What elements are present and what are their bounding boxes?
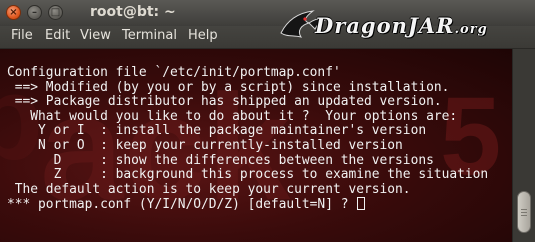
menu-edit[interactable]: Edit	[45, 28, 70, 43]
minimize-icon[interactable]: –	[27, 5, 42, 20]
watermark-logo: DragonJAR.org	[275, 3, 535, 51]
scrollbar-thumb[interactable]	[517, 191, 531, 233]
text-cursor	[357, 197, 366, 211]
maximize-icon[interactable]: □	[48, 5, 63, 20]
terminal-output[interactable]: ack b 5 Configuration file `/etc/init/po…	[0, 49, 512, 242]
grip-line	[521, 209, 527, 210]
window-title: root@bt: ~	[90, 4, 176, 20]
terminal-line: Y or I : install the package maintainer'…	[7, 123, 427, 139]
menu-view[interactable]: View	[80, 28, 111, 43]
terminal-window: × – □ root@bt: ~ File Edit View Terminal…	[0, 0, 535, 242]
terminal-line: Configuration file `/etc/init/portmap.co…	[7, 65, 341, 80]
vertical-scrollbar[interactable]	[512, 49, 535, 242]
grip-line	[521, 215, 527, 216]
terminal-line: ==> Modified (by you or by a script) sin…	[7, 79, 450, 95]
menu-terminal[interactable]: Terminal	[122, 28, 177, 43]
terminal-line: N or O : keep your currently-installed v…	[7, 137, 403, 153]
watermark-text: DragonJAR.org	[315, 13, 488, 38]
terminal-prompt[interactable]: *** portmap.conf (Y/I/N/O/D/Z) [default=…	[7, 197, 356, 213]
menu-file[interactable]: File	[11, 28, 33, 43]
menu-help[interactable]: Help	[188, 28, 218, 43]
terminal-text: Configuration file `/etc/init/portmap.co…	[7, 65, 489, 213]
grip-line	[521, 212, 527, 213]
terminal-line: ==> Package distributor has shipped an u…	[7, 94, 442, 110]
terminal-line: The default action is to keep your curre…	[7, 181, 411, 197]
close-icon[interactable]: ×	[6, 5, 21, 20]
terminal-line: D : show the differences between the ver…	[7, 152, 434, 168]
terminal-line: Z : background this process to examine t…	[7, 167, 489, 183]
terminal-line: What would you like to do about it ? You…	[7, 108, 458, 124]
